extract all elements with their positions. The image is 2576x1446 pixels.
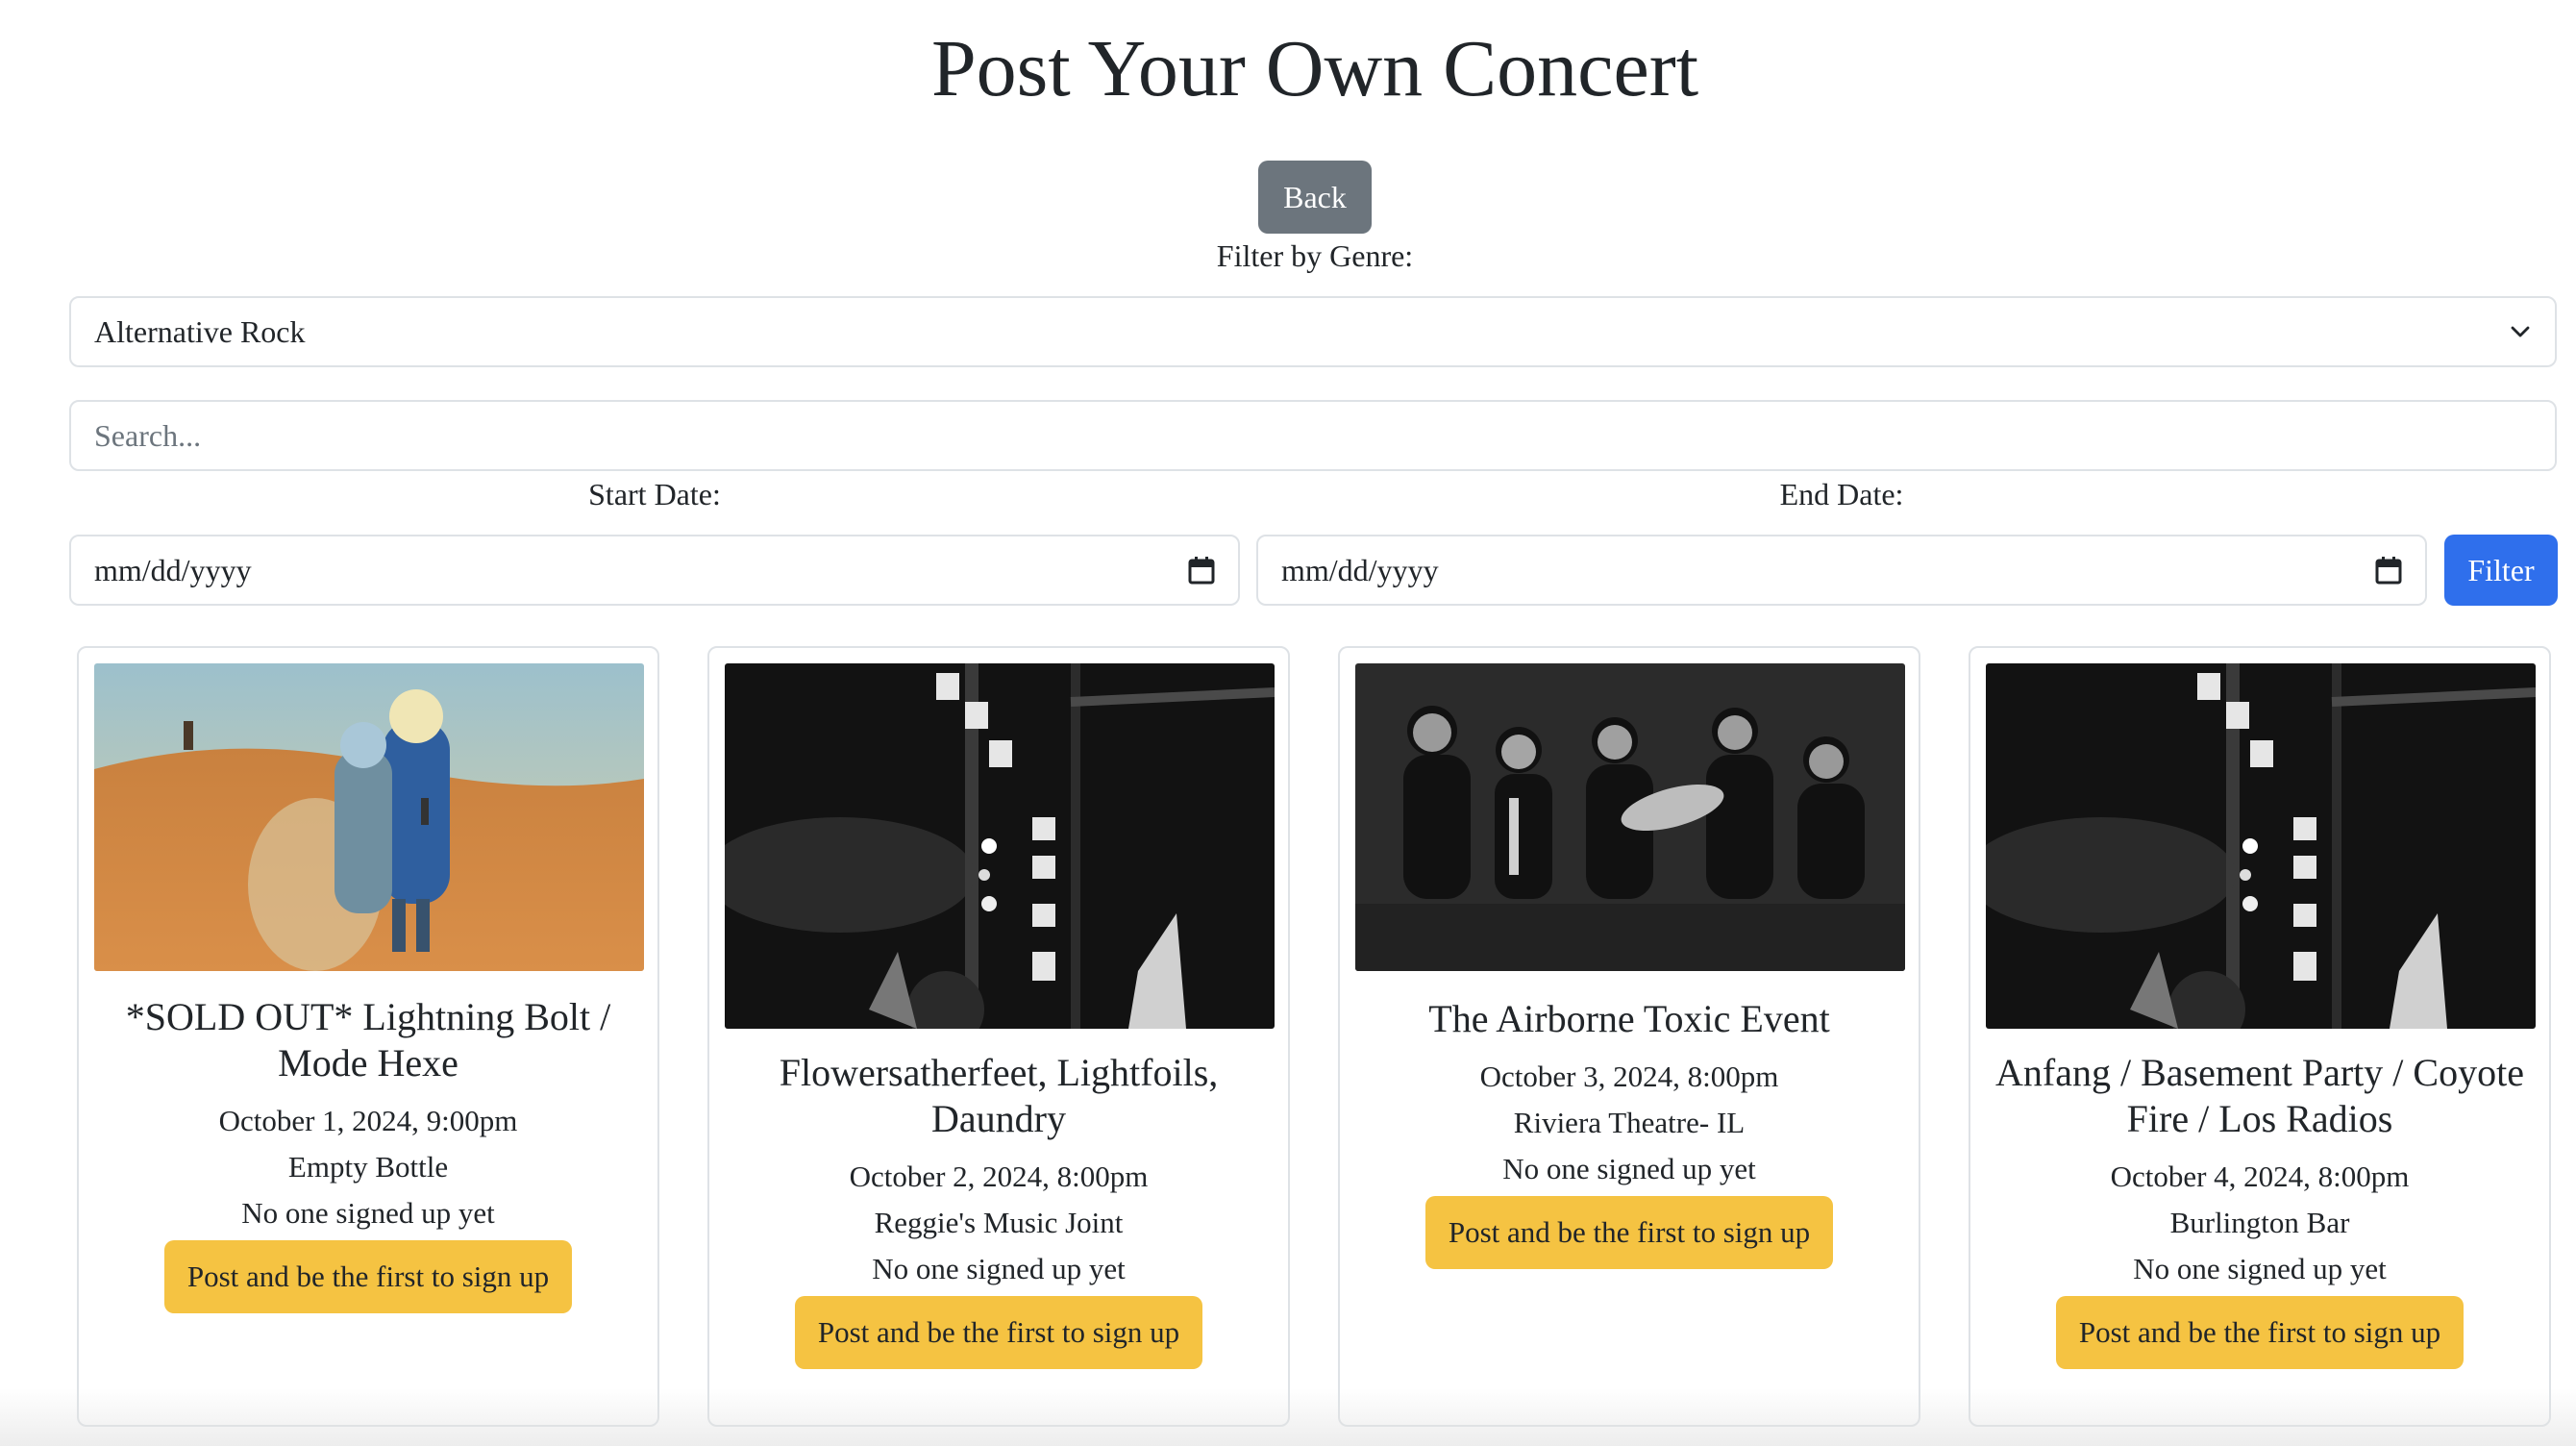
concert-image: [94, 663, 644, 971]
genre-filter-label: Filter by Genre:: [1216, 238, 1414, 273]
concert-venue: Reggie's Music Joint: [874, 1206, 1124, 1239]
page-title: Post Your Own Concert: [930, 24, 1699, 113]
concert-image: [1355, 663, 1905, 971]
concert-image: [1986, 663, 2536, 1029]
filter-button[interactable]: Filter: [2444, 535, 2558, 606]
genre-select[interactable]: Alternative Rock: [69, 296, 2557, 367]
concert-signups: No one signed up yet: [241, 1196, 495, 1230]
signup-button[interactable]: Post and be the first to sign up: [163, 1240, 573, 1313]
concert-signups: No one signed up yet: [2133, 1252, 2387, 1285]
concert-image: [725, 663, 1275, 1029]
concert-card-body: *SOLD OUT* Lightning Bolt / Mode Hexe Oc…: [94, 994, 642, 1313]
end-date-label: End Date:: [1779, 477, 1904, 511]
concert-card-body: Flowersatherfeet, Lightfoils, Daundry Oc…: [725, 1050, 1273, 1369]
start-date-value: mm/dd/yyyy: [94, 552, 252, 587]
concert-card-body: Anfang / Basement Party / Coyote Fire / …: [1986, 1050, 2534, 1369]
calendar-icon[interactable]: [2375, 556, 2402, 585]
chevron-down-icon: [2509, 320, 2532, 343]
search-input[interactable]: [69, 400, 2557, 471]
concert-signups: No one signed up yet: [872, 1252, 1126, 1285]
start-date-label: Start Date:: [588, 477, 721, 511]
start-date-input[interactable]: mm/dd/yyyy: [69, 535, 1240, 606]
concert-card: The Airborne Toxic Event October 3, 2024…: [1338, 646, 1920, 1427]
concert-card: Anfang / Basement Party / Coyote Fire / …: [1969, 646, 2551, 1427]
concert-date: October 1, 2024, 9:00pm: [218, 1104, 518, 1137]
back-button[interactable]: Back: [1258, 161, 1372, 234]
concert-venue: Riviera Theatre- IL: [1513, 1106, 1746, 1139]
concert-title: Flowersatherfeet, Lightfoils, Daundry: [779, 1051, 1219, 1140]
concert-venue: Burlington Bar: [2169, 1206, 2350, 1239]
end-date-value: mm/dd/yyyy: [1281, 552, 1439, 587]
concert-title: Anfang / Basement Party / Coyote Fire / …: [1995, 1051, 2524, 1140]
concert-venue: Empty Bottle: [287, 1150, 449, 1184]
concert-card: Flowersatherfeet, Lightfoils, Daundry Oc…: [707, 646, 1290, 1427]
concert-date: October 4, 2024, 8:00pm: [2110, 1159, 2410, 1193]
concert-card: *SOLD OUT* Lightning Bolt / Mode Hexe Oc…: [77, 646, 659, 1427]
concert-title: The Airborne Toxic Event: [1428, 997, 1830, 1040]
concert-card-body: The Airborne Toxic Event October 3, 2024…: [1355, 996, 1903, 1269]
calendar-icon[interactable]: [1188, 556, 1215, 585]
concert-title: *SOLD OUT* Lightning Bolt / Mode Hexe: [125, 995, 611, 1084]
concert-date: October 3, 2024, 8:00pm: [1479, 1060, 1779, 1093]
signup-button[interactable]: Post and be the first to sign up: [2055, 1296, 2465, 1369]
signup-button[interactable]: Post and be the first to sign up: [1424, 1196, 1834, 1269]
signup-button[interactable]: Post and be the first to sign up: [794, 1296, 1203, 1369]
end-date-input[interactable]: mm/dd/yyyy: [1256, 535, 2427, 606]
concert-signups: No one signed up yet: [1502, 1152, 1756, 1185]
concert-date: October 2, 2024, 8:00pm: [849, 1159, 1149, 1193]
genre-selected-value: Alternative Rock: [94, 313, 306, 349]
